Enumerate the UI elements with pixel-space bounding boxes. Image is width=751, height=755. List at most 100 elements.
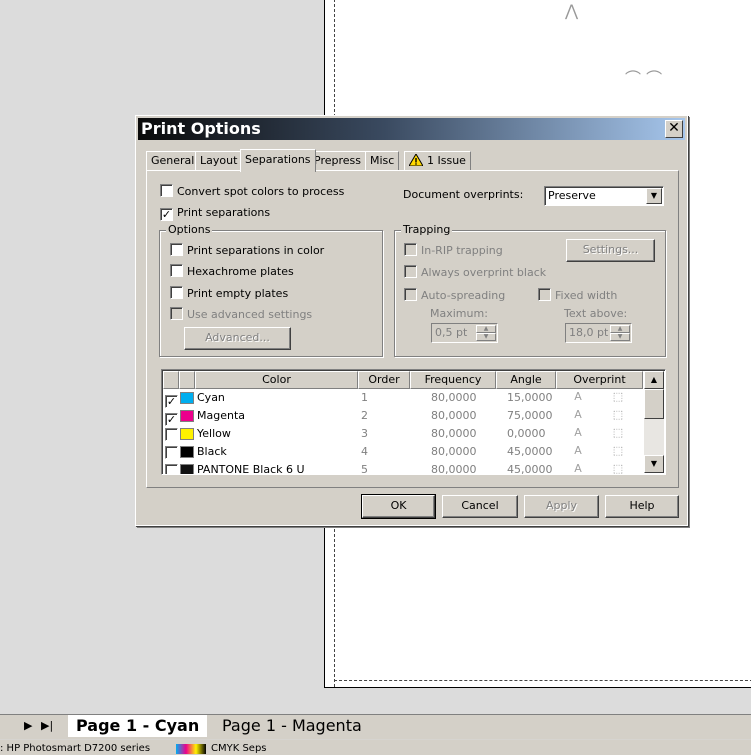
tab-issues-label: 1 Issue	[427, 154, 466, 167]
auto-spreading-row: Auto-spreading	[404, 288, 505, 302]
row-checkbox[interactable]	[165, 464, 178, 474]
color-name: Cyan	[197, 391, 225, 404]
overprint-text-icon[interactable]: A	[571, 463, 585, 475]
spin-up-icon: ▲	[610, 325, 630, 333]
color-swatch	[180, 446, 194, 458]
spin-down-icon: ▼	[610, 333, 630, 341]
page-tab-magenta[interactable]: Page 1 - Magenta	[222, 715, 362, 737]
always-overprint-row: Always overprint black	[404, 265, 546, 279]
table-row[interactable]: Yellow 3 80,0000 0,0000 A ⬚	[163, 425, 643, 443]
dialog-title: Print Options	[141, 119, 261, 138]
angle-value: 15,0000	[507, 391, 553, 404]
convert-spot-label: Convert spot colors to process	[177, 185, 345, 198]
table-header: Color Order Frequency Angle Overprint	[163, 371, 643, 389]
text-above-label: Text above:	[564, 307, 628, 320]
table-row[interactable]: Black 4 80,0000 45,0000 A ⬚	[163, 443, 643, 461]
column-header-overprint[interactable]: Overprint	[556, 371, 643, 389]
options-group-title: Options	[166, 223, 213, 236]
printer-status: : HP Photosmart D7200 series	[0, 743, 151, 754]
in-color-row[interactable]: Print separations in color	[170, 243, 324, 257]
fixed-width-label: Fixed width	[555, 289, 618, 302]
overprint-graphic-icon[interactable]: ⬚	[611, 391, 625, 404]
tab-separations[interactable]: Separations	[240, 149, 316, 172]
always-overprint-label: Always overprint black	[421, 266, 547, 279]
frequency-value: 80,0000	[431, 409, 477, 422]
tab-prepress[interactable]: Prepress	[309, 151, 366, 171]
column-header-color[interactable]: Color	[195, 371, 358, 389]
overprint-text-icon[interactable]: A	[571, 427, 585, 440]
convert-spot-row[interactable]: Convert spot colors to process	[160, 184, 344, 198]
table-scrollbar[interactable]: ▲ ▼	[644, 371, 664, 473]
ok-button[interactable]: OK	[361, 494, 436, 519]
trapping-group-title: Trapping	[401, 223, 453, 236]
overprint-text-icon[interactable]: A	[571, 391, 585, 404]
tab-layout[interactable]: Layout	[195, 151, 243, 171]
auto-spreading-label: Auto-spreading	[421, 289, 506, 302]
table-row[interactable]: PANTONE Black 6 U 5 80,0000 45,0000 A ⬚	[163, 461, 643, 475]
tab-misc[interactable]: Misc	[365, 151, 400, 171]
hexachrome-checkbox[interactable]	[170, 264, 183, 277]
close-button[interactable]: ✕	[665, 120, 683, 138]
empty-plates-checkbox[interactable]	[170, 286, 183, 299]
next-page-icon[interactable]: ▶	[24, 719, 32, 732]
print-options-dialog: Print Options ✕ General Layout Separatio…	[135, 115, 688, 526]
text-above-value: 18,0 pt	[569, 326, 609, 339]
scroll-down-icon[interactable]: ▼	[644, 455, 664, 473]
column-header-order[interactable]: Order	[358, 371, 410, 389]
table-row[interactable]: ✓ Magenta 2 80,0000 75,0000 A ⬚	[163, 407, 643, 426]
color-name: Magenta	[197, 409, 246, 422]
advanced-settings-checkbox	[170, 307, 183, 320]
print-separations-checkbox[interactable]: ✓	[160, 208, 173, 221]
fixed-width-checkbox	[538, 288, 551, 301]
column-header-check	[163, 371, 179, 389]
document-overprints-value: Preserve	[548, 189, 596, 202]
column-header-swatch	[179, 371, 195, 389]
scrollbar-thumb[interactable]	[644, 389, 664, 419]
in-rip-checkbox	[404, 243, 417, 256]
color-swatch	[180, 410, 194, 422]
empty-plates-row[interactable]: Print empty plates	[170, 286, 288, 300]
trapping-settings-button: Settings...	[566, 239, 655, 262]
cancel-button[interactable]: Cancel	[442, 495, 518, 518]
order-value: 3	[361, 427, 368, 440]
print-mode-status: CMYK Seps	[211, 743, 267, 754]
print-separations-row[interactable]: ✓ Print separations	[160, 206, 270, 221]
overprint-graphic-icon[interactable]: ⬚	[611, 427, 625, 440]
row-checkbox[interactable]	[165, 428, 178, 441]
chevron-down-icon[interactable]: ▼	[646, 188, 662, 204]
scroll-up-icon[interactable]: ▲	[644, 371, 664, 389]
overprint-graphic-icon[interactable]: ⬚	[611, 409, 625, 422]
document-overprints-select[interactable]: Preserve ▼	[544, 186, 664, 206]
empty-plates-label: Print empty plates	[187, 287, 289, 300]
overprint-graphic-icon[interactable]: ⬚	[611, 445, 625, 458]
spin-down-icon: ▼	[476, 333, 496, 341]
tab-issues[interactable]: 1 Issue	[404, 151, 471, 171]
last-page-icon[interactable]: ▶|	[41, 719, 53, 732]
warning-icon	[409, 154, 423, 166]
dialog-titlebar[interactable]: Print Options ✕	[138, 118, 685, 140]
column-header-angle[interactable]: Angle	[496, 371, 556, 389]
color-name: Black	[197, 445, 227, 458]
artwork-fragment: ⌒ ⌒	[625, 69, 663, 88]
row-checkbox[interactable]	[165, 446, 178, 459]
column-header-frequency[interactable]: Frequency	[410, 371, 496, 389]
document-overprints-label: Document overprints:	[403, 188, 524, 201]
convert-spot-checkbox[interactable]	[160, 184, 173, 197]
maximum-label: Maximum:	[430, 307, 488, 320]
overprint-text-icon[interactable]: A	[571, 445, 585, 458]
in-color-checkbox[interactable]	[170, 243, 183, 256]
overprint-text-icon[interactable]: A	[571, 409, 585, 422]
apply-button: Apply	[524, 495, 599, 518]
frequency-value: 80,0000	[431, 445, 477, 458]
options-group: Options Print separations in color Hexac…	[159, 223, 383, 357]
hexachrome-row[interactable]: Hexachrome plates	[170, 264, 294, 278]
color-name: PANTONE Black 6 U	[197, 463, 305, 475]
table-row[interactable]: ✓ Cyan 1 80,0000 15,0000 A ⬚	[163, 389, 643, 408]
page-tab-cyan[interactable]: Page 1 - Cyan	[68, 715, 208, 737]
text-above-spinner: 18,0 pt ▲ ▼	[565, 323, 632, 343]
color-swatch	[180, 392, 194, 404]
overprint-graphic-icon[interactable]: ⬚	[611, 463, 625, 475]
fixed-width-row: Fixed width	[538, 288, 617, 302]
tab-general[interactable]: General	[146, 151, 200, 171]
help-button[interactable]: Help	[605, 495, 679, 518]
